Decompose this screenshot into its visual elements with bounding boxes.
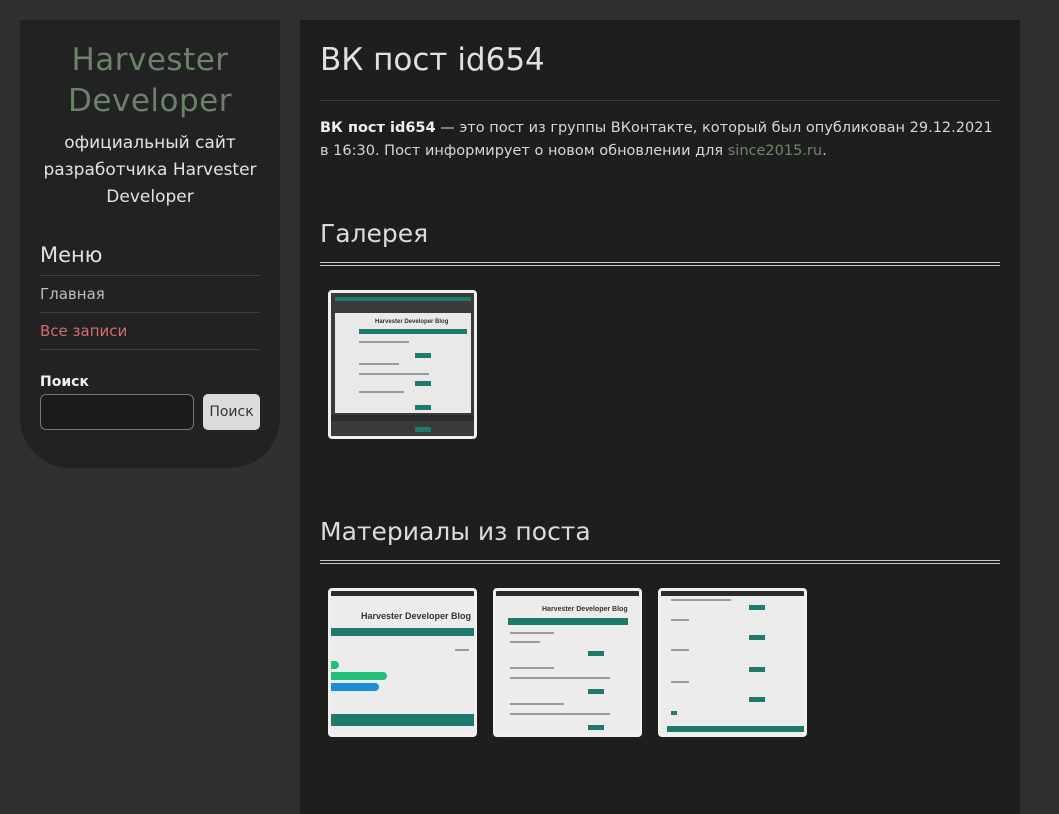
sidebar-item-home[interactable]: Главная (40, 276, 260, 313)
menu-title: Меню (40, 243, 260, 276)
page-title: ВК пост id654 (320, 40, 1000, 101)
intro-bold: ВК пост id654 (320, 120, 436, 136)
gallery-heading: Галерея (320, 219, 1000, 266)
screenshot-page (335, 313, 471, 413)
material-thumbnail-1[interactable]: Harvester Developer Blog (328, 588, 477, 737)
sidebar-item-all-posts[interactable]: Все записи (40, 313, 260, 350)
gallery-thumbnail[interactable]: Harvester Developer Blog (328, 290, 477, 439)
thumb-blog-title: Harvester Developer Blog (375, 319, 449, 325)
site-description: официальный сайт разработчика Harvester … (43, 133, 257, 207)
gallery: Harvester Developer Blog (328, 290, 1000, 439)
main-content: ВК пост id654 ВК пост id654 — это пост и… (300, 20, 1020, 814)
material-thumbnail-2[interactable]: Harvester Developer Blog (493, 588, 642, 737)
search-input[interactable] (40, 394, 194, 430)
sidebar: Harvester Developer официальный сайт раз… (20, 20, 280, 468)
site-title[interactable]: Harvester Developer (40, 40, 260, 122)
materials-gallery: Harvester Developer Blog Harvester Devel… (328, 588, 1000, 737)
since2015-link[interactable]: since2015.ru (728, 143, 822, 159)
search-label: Поиск (40, 374, 89, 390)
material-thumbnail-3[interactable] (658, 588, 807, 737)
search-form: Поиск (40, 394, 260, 430)
post-intro: ВК пост id654 — это пост из группы ВКонт… (320, 117, 1000, 163)
thumb-blog-title: Harvester Developer Blog (361, 611, 472, 621)
thumb-blog-title: Harvester Developer Blog (542, 606, 628, 613)
search-button[interactable]: Поиск (203, 394, 260, 430)
materials-heading: Материалы из поста (320, 517, 1000, 564)
intro-end: . (822, 143, 827, 159)
